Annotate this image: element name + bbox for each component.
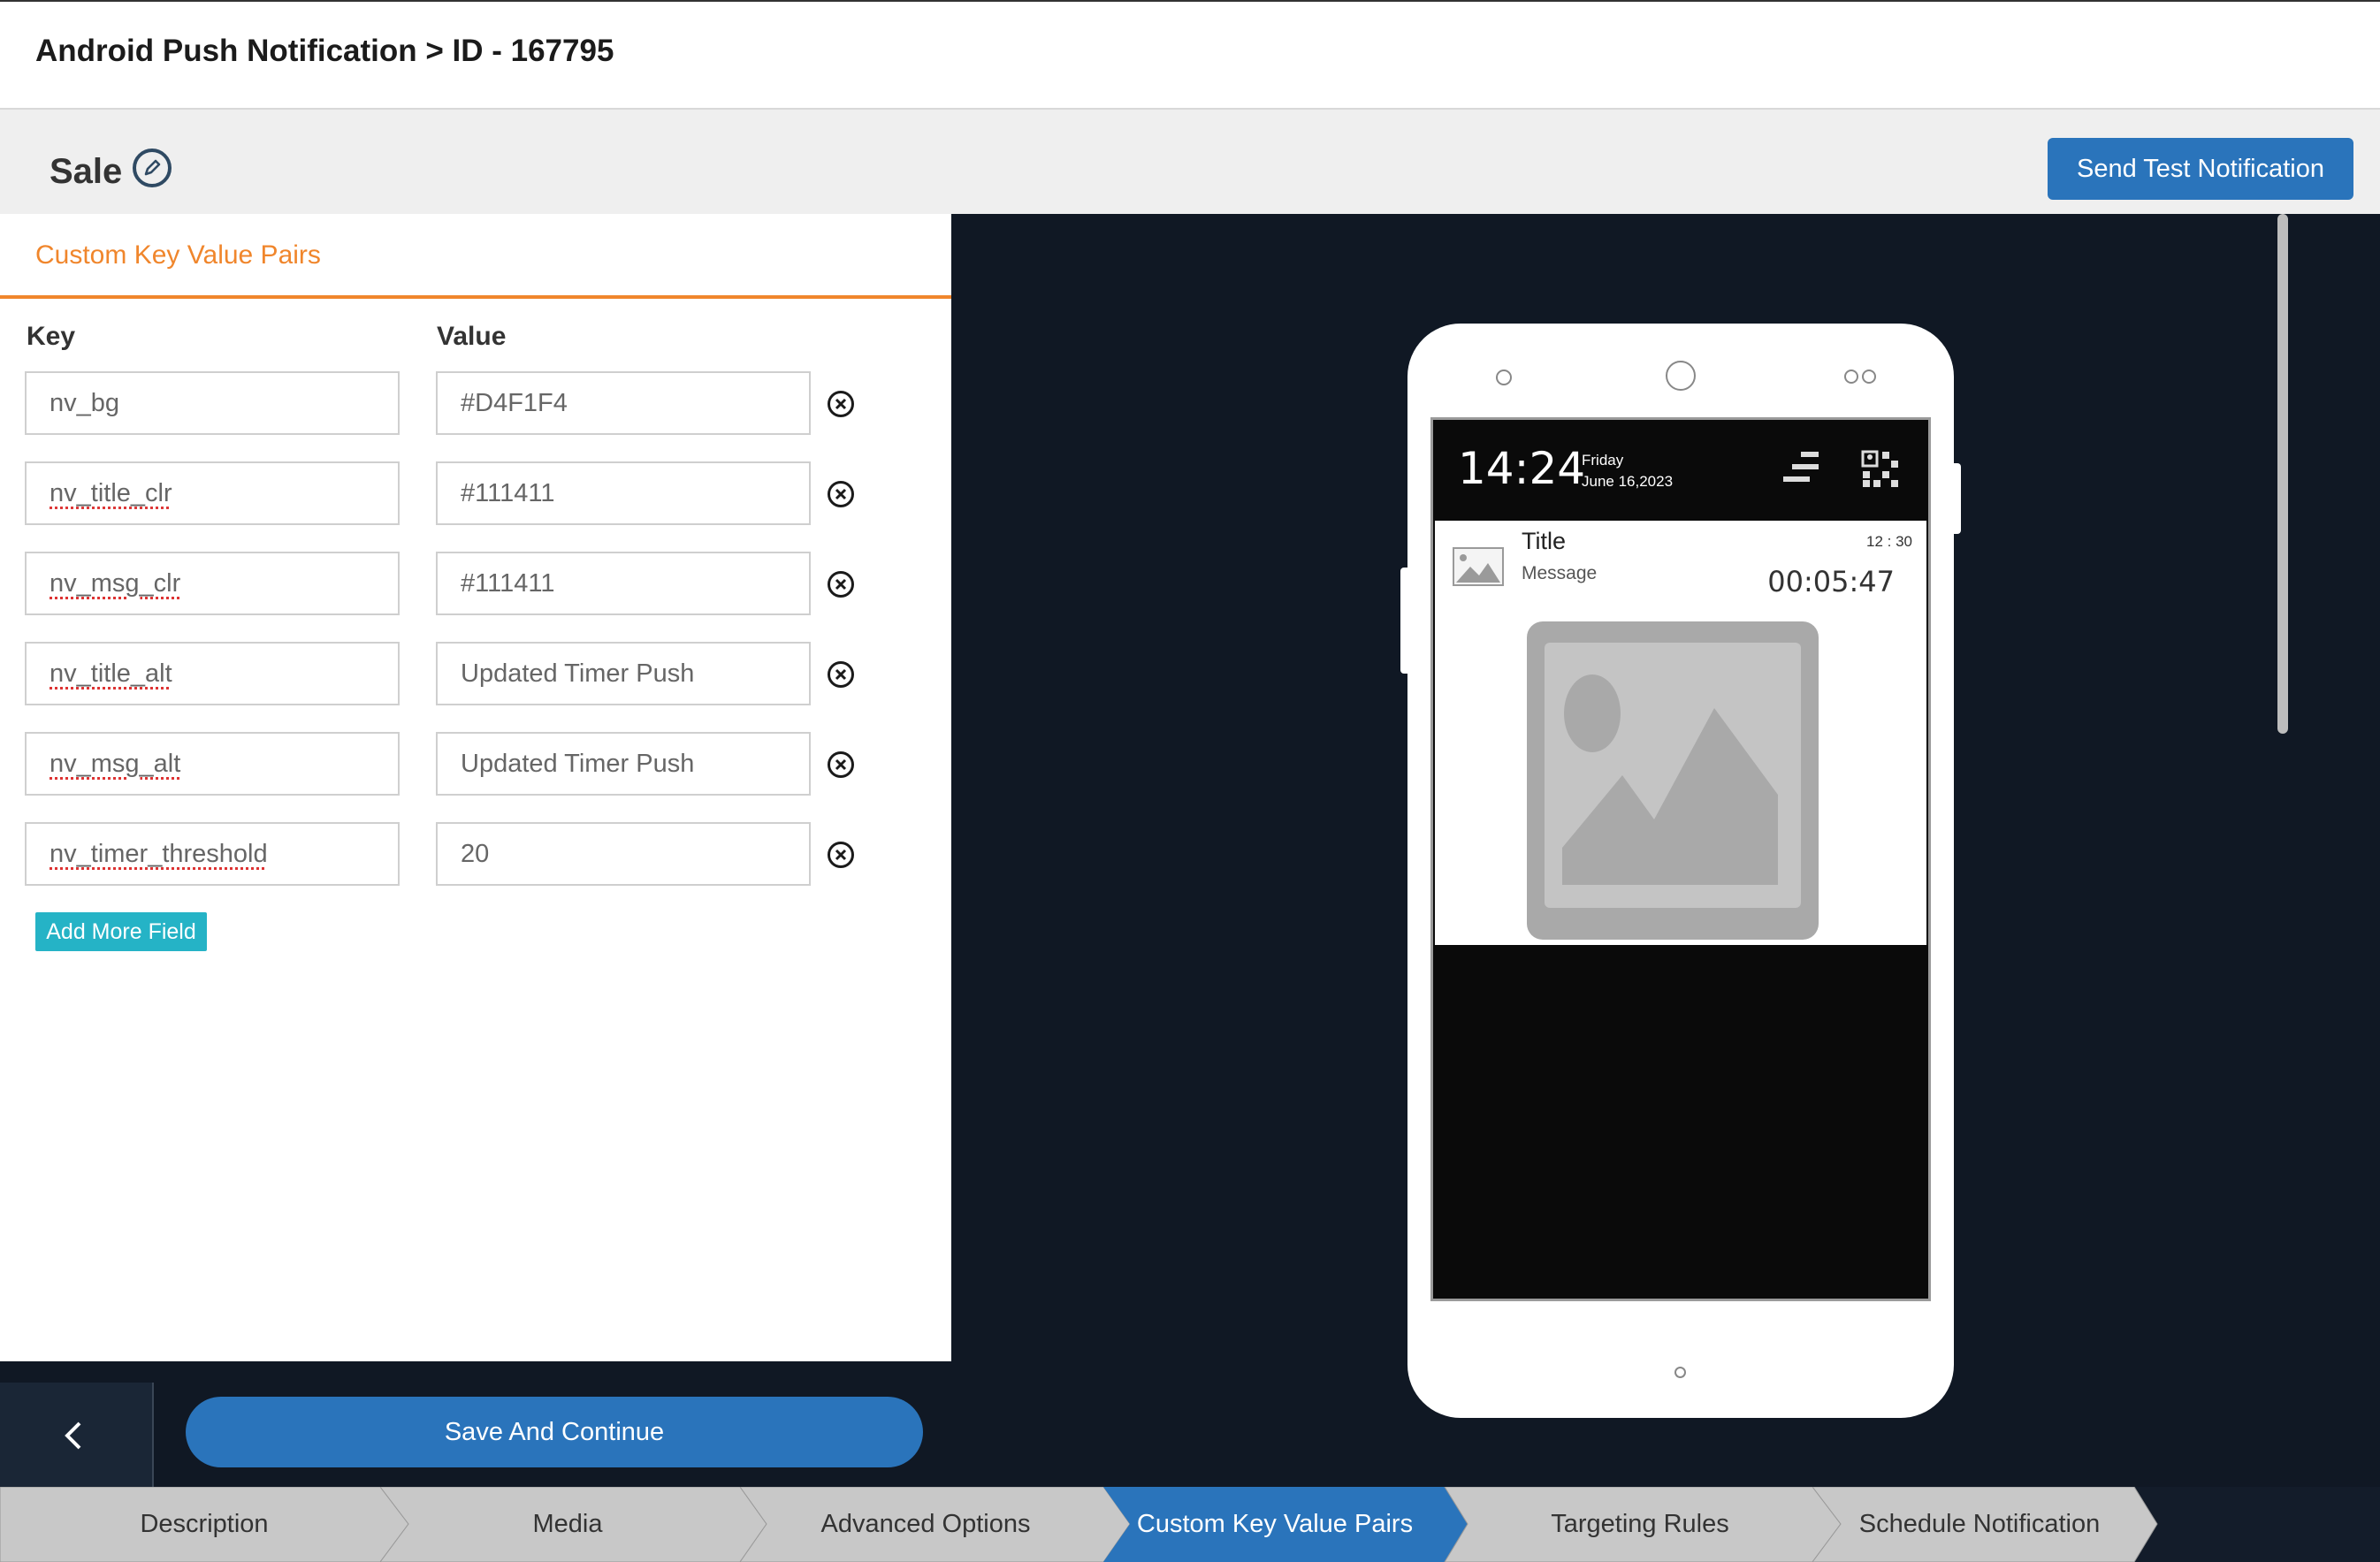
page-header: Android Push Notification > ID - 167795 — [0, 2, 2380, 110]
profile-grid-icon — [1861, 450, 1898, 487]
step-advanced-options[interactable]: Advanced Options — [767, 1487, 1085, 1562]
remove-row-icon[interactable] — [828, 571, 854, 598]
notification-clock: 12 : 30 — [1866, 533, 1912, 550]
remove-row-icon[interactable] — [828, 481, 854, 507]
step-targeting-rules[interactable]: Targeting Rules — [1468, 1487, 1812, 1562]
key-field[interactable]: nv_msg_alt — [25, 732, 400, 796]
key-field[interactable]: nv_title_clr — [25, 461, 400, 525]
key-field[interactable]: nv_bg — [25, 371, 400, 435]
kv-row: nv_msg_alt Updated Timer Push — [0, 732, 951, 796]
notification-card: Title Message 12 : 30 00:05:47 — [1435, 521, 1926, 945]
kv-row: nv_title_alt Updated Timer Push — [0, 642, 951, 705]
kv-row: nv_title_clr #111411 — [0, 461, 951, 525]
send-test-notification-button[interactable]: Send Test Notification — [2048, 138, 2353, 200]
notification-thumbnail-icon — [1453, 547, 1504, 586]
step-schedule-notification[interactable]: Schedule Notification — [1841, 1487, 2118, 1562]
kv-row: nv_bg #D4F1F4 — [0, 371, 951, 435]
value-field[interactable]: #111411 — [436, 461, 811, 525]
add-more-field-button[interactable]: Add More Field — [35, 912, 207, 951]
key-field[interactable]: nv_title_alt — [25, 642, 400, 705]
notification-message: Message — [1522, 563, 1598, 583]
phone-screen: 14:24 Friday June 16,2023 Title Message … — [1430, 417, 1931, 1301]
phone-sensor — [1496, 370, 1512, 385]
notification-timer: 00:05:47 — [1767, 565, 1895, 598]
campaign-name: Sale — [50, 152, 123, 191]
key-column-header: Key — [27, 322, 76, 351]
remove-row-icon[interactable] — [828, 842, 854, 868]
breadcrumb: Android Push Notification > ID - 167795 — [35, 34, 614, 68]
value-field[interactable]: 20 — [436, 822, 811, 886]
step-navigation: Description Media Advanced Options Custo… — [0, 1487, 2380, 1562]
tab-custom-key-value-pairs[interactable]: Custom Key Value Pairs — [0, 214, 951, 299]
image-placeholder-icon — [1527, 621, 1819, 940]
kv-row: nv_timer_threshold 20 — [0, 822, 951, 886]
bottom-action-bar: Save And Continue — [0, 1361, 951, 1487]
save-and-continue-button[interactable]: Save And Continue — [186, 1397, 923, 1467]
phone-side-button — [1952, 463, 1961, 534]
phone-sensor — [1844, 370, 1858, 384]
remove-row-icon[interactable] — [828, 751, 854, 778]
status-date: Friday June 16,2023 — [1582, 450, 1673, 492]
value-field[interactable]: Updated Timer Push — [436, 642, 811, 705]
phone-camera — [1666, 361, 1696, 391]
phone-preview-area: 14:24 Friday June 16,2023 Title Message … — [951, 214, 2380, 1487]
kv-row: nv_msg_clr #111411 — [0, 552, 951, 615]
notification-stack-icon — [1783, 452, 1819, 482]
step-custom-key-value-pairs[interactable]: Custom Key Value Pairs — [1114, 1487, 1436, 1562]
step-media[interactable]: Media — [408, 1487, 727, 1562]
value-field[interactable]: Updated Timer Push — [436, 732, 811, 796]
step-description[interactable]: Description — [0, 1487, 408, 1562]
key-field[interactable]: nv_timer_threshold — [25, 822, 400, 886]
phone-mockup: 14:24 Friday June 16,2023 Title Message … — [1400, 324, 1961, 1418]
notification-title: Title — [1522, 528, 1567, 554]
remove-row-icon[interactable] — [828, 661, 854, 688]
panel-tab-label: Custom Key Value Pairs — [35, 240, 321, 270]
phone-home-dot — [1674, 1367, 1686, 1378]
phone-side-button — [1400, 568, 1409, 674]
key-value-panel: Custom Key Value Pairs Key Value nv_bg #… — [0, 214, 951, 1361]
value-field[interactable]: #111411 — [436, 552, 811, 615]
status-day: Friday — [1582, 452, 1624, 469]
back-button[interactable] — [0, 1383, 154, 1487]
status-time: 14:24 — [1458, 443, 1586, 494]
value-field[interactable]: #D4F1F4 — [436, 371, 811, 435]
phone-sensor — [1862, 370, 1876, 384]
key-field[interactable]: nv_msg_clr — [25, 552, 400, 615]
value-column-header: Value — [437, 322, 507, 351]
edit-icon[interactable] — [133, 149, 172, 187]
remove-row-icon[interactable] — [828, 391, 854, 417]
status-date-text: June 16,2023 — [1582, 473, 1674, 490]
chevron-left-icon — [65, 1421, 81, 1450]
campaign-title-bar: Sale Send Test Notification — [0, 110, 2380, 214]
preview-scrollbar[interactable] — [2277, 214, 2288, 734]
